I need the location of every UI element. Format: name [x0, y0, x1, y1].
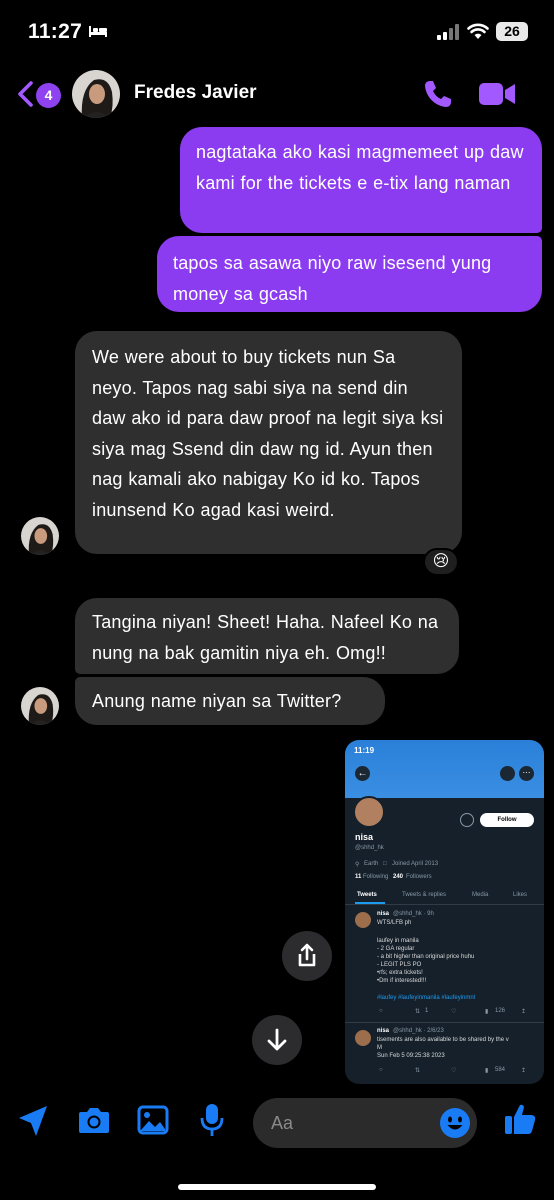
message-composer	[0, 1090, 554, 1154]
follow-button: Follow	[480, 813, 534, 827]
outgoing-message[interactable]: tapos sa asawa niyo raw isesend yung mon…	[157, 236, 542, 312]
share-tweet-icon: ↥	[521, 1009, 527, 1015]
image-search-icon	[500, 766, 515, 781]
tweet-line: •Dm if interested!!!	[377, 978, 427, 984]
profile-location: Earth	[364, 861, 379, 867]
location-icon: ⚲	[355, 862, 360, 868]
tweet-line: WTS/LFB ph	[377, 920, 412, 926]
battery-indicator: 26	[496, 22, 528, 41]
profile-avatar	[353, 796, 385, 828]
video-call-icon[interactable]	[478, 81, 516, 107]
incoming-message[interactable]: Tangina niyan! Sheet! Haha. Nafeel Ko na…	[75, 598, 459, 674]
tweet-avatar	[355, 912, 371, 928]
contact-avatar[interactable]	[72, 70, 120, 118]
profile-joined: Joined April 2013	[392, 861, 439, 867]
outgoing-message[interactable]: nagtataka ako kasi magmemeet up daw kami…	[180, 127, 542, 233]
tweet-line: - a bit higher than original price huhu	[377, 954, 475, 960]
share-tweet-icon: ↥	[521, 1068, 527, 1074]
scroll-to-bottom-button[interactable]	[252, 1015, 302, 1065]
tab-likes: Likes	[513, 892, 528, 898]
tweet-meta: @shhd_hk · 9h	[393, 911, 434, 917]
reply-icon: ○	[379, 1008, 383, 1014]
tweet-author: nisa	[377, 1028, 390, 1034]
tweet-line: - LEGIT PLS PO	[377, 962, 422, 968]
following-label: Following	[363, 874, 389, 880]
sender-avatar[interactable]	[21, 687, 59, 725]
thumbs-up-icon[interactable]	[503, 1102, 537, 1136]
tab-tweets: Tweets	[357, 892, 377, 898]
image-more-icon: ⋯	[519, 766, 534, 781]
followers-count: 240	[393, 874, 404, 880]
tweet-avatar	[355, 1030, 371, 1046]
sender-avatar[interactable]	[21, 517, 59, 555]
tweet-author: nisa	[377, 911, 390, 917]
bed-icon	[89, 26, 107, 37]
retweet-icon: ⇅	[415, 1068, 421, 1074]
tweet-line: tisements are also available to be share…	[377, 1037, 509, 1043]
message-input-wrapper	[253, 1098, 477, 1148]
views-icon: ▮	[485, 1068, 489, 1074]
camera-icon[interactable]	[78, 1106, 110, 1134]
unread-count-badge[interactable]: 4	[36, 83, 61, 108]
profile-name: nisa	[355, 832, 374, 842]
tweet-hashtags: #laufey #laufeyinmanila #laufeyinmnl	[377, 995, 476, 1001]
retweet-icon: ⇅	[415, 1009, 421, 1015]
profile-handle: @shhd_hk	[355, 845, 384, 851]
divider	[345, 904, 544, 905]
message-input[interactable]	[271, 1098, 431, 1148]
tweet-line: laufey in manila	[377, 938, 419, 944]
divider	[345, 1022, 544, 1023]
chat-header: 4 Fredes Javier	[0, 62, 554, 126]
reaction-badge[interactable]: 😢	[423, 548, 459, 576]
followers-label: Followers	[406, 874, 432, 880]
status-time: 11:27	[28, 20, 83, 43]
views-icon: ▮	[485, 1009, 489, 1015]
image-status-time: 11:19	[354, 746, 375, 755]
location-arrow-icon[interactable]	[17, 1104, 49, 1138]
phone-icon[interactable]	[423, 79, 453, 109]
image-back-icon: ←	[355, 766, 370, 781]
tab-media: Media	[472, 892, 489, 898]
tweet-line: •rfs; extra tickets!	[377, 970, 423, 976]
tweet-line: - 2 GA regular	[377, 946, 415, 952]
home-indicator	[178, 1184, 376, 1190]
arrow-down-icon	[267, 1028, 287, 1051]
reply-icon: ○	[379, 1067, 383, 1073]
status-bar: 11:27 26	[0, 0, 554, 62]
contact-name[interactable]: Fredes Javier	[134, 82, 257, 104]
back-chevron-icon[interactable]	[16, 80, 36, 108]
incoming-message[interactable]: Anung name niyan sa Twitter?	[75, 677, 385, 725]
image-message-icon	[460, 813, 474, 827]
share-icon	[298, 943, 316, 967]
incoming-message[interactable]: We were about to buy tickets nun Sa neyo…	[75, 331, 462, 554]
wifi-icon	[467, 23, 489, 39]
calendar-icon: □	[383, 861, 387, 867]
retweet-count: 1	[425, 1008, 429, 1014]
tweet-line: Sun Feb 5 09:25:38 2023	[377, 1053, 445, 1059]
tweet-line: M	[377, 1045, 382, 1051]
tweet-meta: @shhd_hk · 2/6/23	[393, 1028, 444, 1034]
emoji-icon[interactable]	[439, 1107, 471, 1139]
cellular-signal-icon	[437, 24, 459, 40]
like-icon: ♡	[451, 1068, 457, 1074]
views-count: 126	[495, 1008, 506, 1014]
tab-tweets-replies: Tweets & replies	[402, 892, 447, 898]
views-count: 584	[495, 1067, 506, 1073]
profile-banner	[345, 740, 544, 798]
microphone-icon[interactable]	[199, 1103, 225, 1137]
share-button[interactable]	[282, 931, 332, 981]
shared-image[interactable]: 11:19 ← ⋯ Follow nisa @shhd_hk ⚲ Earth □…	[345, 740, 544, 1084]
like-icon: ♡	[451, 1009, 457, 1015]
gallery-icon[interactable]	[137, 1105, 169, 1135]
following-count: 11	[355, 874, 362, 880]
